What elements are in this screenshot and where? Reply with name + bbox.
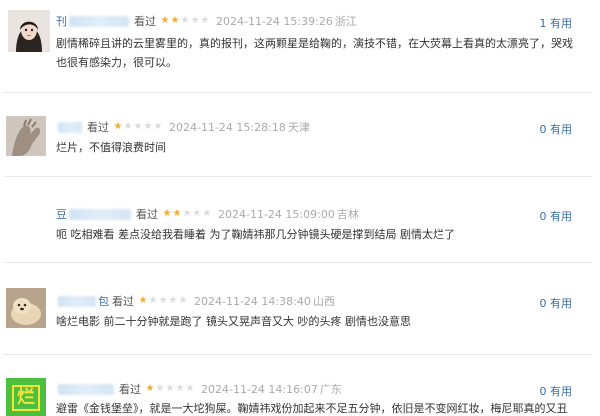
avatar[interactable]: 烂 [6, 378, 46, 416]
watched-label: 看过 [136, 208, 158, 221]
comment-time: 2024-11-24 15:39:26 [216, 14, 333, 28]
comment-meta: 刊 看过 ★ ★ ★ ★ ★ 2024-11-24 15:39:26 浙江 [56, 13, 357, 29]
comment-meta: 看过 ★ ★ ★ ★ ★ 2024-11-24 14:16:07 广东 [56, 382, 342, 396]
watched-label: 看过 [134, 15, 156, 28]
username-redacted [58, 295, 96, 307]
comment-location: 吉林 [336, 208, 359, 221]
useful-vote-button[interactable]: 0 有用 [540, 295, 573, 311]
avatar[interactable] [8, 10, 50, 52]
star-filled-icon: ★ [170, 15, 180, 26]
star-filled-icon: ★ [113, 121, 123, 132]
star-empty-icon: ★ [185, 383, 195, 394]
comment-text: 烂片，不值得浪费时间 [56, 141, 166, 154]
comment-time: 2024-11-24 14:16:07 [201, 382, 318, 396]
rating-stars: ★ ★ ★ ★ ★ [113, 122, 163, 132]
comment-meta: 看过 ★ ★ ★ ★ ★ 2024-11-24 15:28:18 天津 [56, 120, 310, 134]
star-empty-icon: ★ [148, 295, 158, 306]
star-empty-icon: ★ [180, 15, 190, 26]
star-empty-icon: ★ [190, 15, 200, 26]
useful-vote-button[interactable]: 0 有用 [540, 121, 573, 137]
rating-stars: ★ ★ ★ ★ ★ [138, 296, 188, 306]
useful-vote-button[interactable]: 0 有用 [540, 208, 573, 224]
rating-stars: ★ ★ ★ ★ ★ [162, 209, 212, 219]
star-empty-icon: ★ [123, 121, 133, 132]
rating-stars: ★ ★ ★ ★ ★ [145, 384, 195, 394]
username-link[interactable]: 包 [98, 293, 109, 309]
comment-text: 啥烂电影 前二十分钟就是跑了 镜头又晃声音又大 吵的头疼 剧情也没意思 [56, 315, 411, 328]
star-empty-icon: ★ [178, 295, 188, 306]
watched-label: 看过 [119, 383, 141, 396]
divider [4, 354, 592, 355]
comment-text: 呃 吃相难看 差点没给我看睡着 为了鞠婧祎那几分钟镜头硬是撑到结局 剧情太烂了 [56, 228, 455, 241]
comment-location: 浙江 [334, 15, 357, 28]
comment-location: 广东 [319, 383, 342, 396]
username-link[interactable]: 刊 [56, 13, 67, 29]
avatar-text: 烂 [12, 385, 40, 411]
star-empty-icon: ★ [200, 15, 210, 26]
star-empty-icon: ★ [168, 295, 178, 306]
star-empty-icon: ★ [158, 295, 168, 306]
star-empty-icon: ★ [133, 121, 143, 132]
star-filled-icon: ★ [160, 15, 170, 26]
avatar[interactable] [6, 116, 46, 156]
star-empty-icon: ★ [202, 208, 212, 219]
star-empty-icon: ★ [165, 383, 175, 394]
divider [4, 262, 592, 263]
useful-vote-button[interactable]: 0 有用 [540, 383, 573, 399]
rating-stars: ★ ★ ★ ★ ★ [160, 16, 210, 26]
comment-meta: 豆 看过 ★ ★ ★ ★ ★ 2024-11-24 15:09:00 吉林 [56, 206, 359, 222]
star-empty-icon: ★ [153, 121, 163, 132]
star-empty-icon: ★ [143, 121, 153, 132]
comment-time: 2024-11-24 15:09:00 [218, 207, 335, 221]
star-filled-icon: ★ [138, 295, 148, 306]
comment-meta: 包 看过 ★ ★ ★ ★ ★ 2024-11-24 14:38:40 山西 [56, 294, 335, 308]
comment-time: 2024-11-24 14:38:40 [194, 294, 311, 308]
comment-location: 山西 [312, 295, 335, 308]
username-redacted [58, 121, 82, 133]
username-link[interactable]: 豆 [56, 206, 67, 222]
watched-label: 看过 [112, 295, 134, 308]
star-empty-icon: ★ [192, 208, 202, 219]
comment-text: 剧情稀碎且讲的云里雾里的，真的报刊，这两颗星是给鞠的，演技不错，在大荧幕上看真的… [56, 37, 573, 69]
username-redacted [58, 383, 114, 395]
watched-label: 看过 [87, 121, 109, 134]
comment-time: 2024-11-24 15:28:18 [169, 120, 286, 134]
star-filled-icon: ★ [162, 208, 172, 219]
star-filled-icon: ★ [145, 383, 155, 394]
star-empty-icon: ★ [182, 208, 192, 219]
username-redacted [69, 208, 131, 220]
avatar[interactable] [6, 288, 46, 328]
star-empty-icon: ★ [175, 383, 185, 394]
divider [4, 176, 592, 177]
comment-text: 避雷《金钱堡垒》，就是一大坨狗屎。鞠婧祎戏份加起来不足五分钟，依旧是不变网红妆，… [56, 402, 568, 415]
star-empty-icon: ★ [155, 383, 165, 394]
username-redacted [69, 15, 129, 27]
divider [4, 92, 592, 93]
star-filled-icon: ★ [172, 208, 182, 219]
useful-vote-button[interactable]: 1 有用 [540, 15, 573, 31]
comment-location: 天津 [287, 121, 310, 134]
